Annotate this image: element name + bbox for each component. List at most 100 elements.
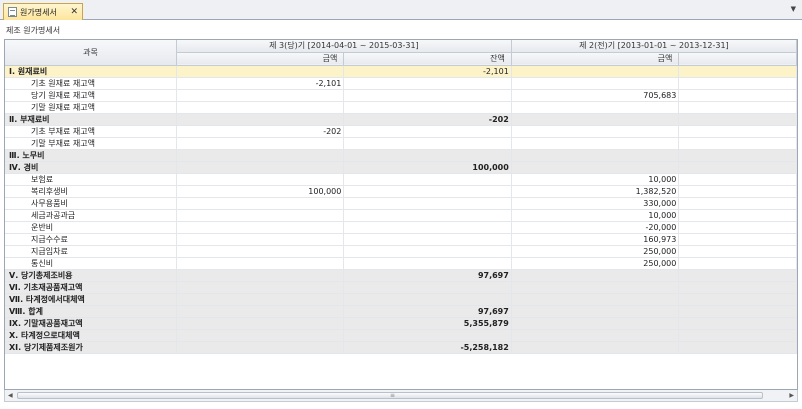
header-prior-amount[interactable]: 금액 [511, 52, 680, 66]
prior-amount-cell[interactable]: 1,382,520 [511, 185, 680, 198]
current-amount-cell[interactable]: -202 [176, 125, 345, 138]
current-balance-cell[interactable] [343, 137, 512, 150]
prior-amount-cell[interactable] [511, 113, 680, 126]
current-balance-cell[interactable] [343, 197, 512, 210]
current-balance-cell[interactable]: -2,101 [343, 65, 512, 78]
prior-balance-cell[interactable] [678, 149, 797, 162]
current-amount-cell[interactable] [176, 197, 345, 210]
table-row[interactable]: Ⅲ. 노무비 [5, 149, 797, 162]
current-amount-cell[interactable] [176, 245, 345, 258]
current-amount-cell[interactable] [176, 305, 345, 318]
prior-amount-cell[interactable] [511, 305, 680, 318]
row-item-name[interactable]: Ⅲ. 노무비 [5, 149, 177, 162]
current-amount-cell[interactable] [176, 269, 345, 282]
prior-balance-cell[interactable] [678, 281, 797, 294]
current-balance-cell[interactable]: 97,697 [343, 269, 512, 282]
prior-amount-cell[interactable] [511, 329, 680, 342]
table-row[interactable]: Ⅵ. 기초재공품재고액 [5, 281, 797, 294]
prior-balance-cell[interactable] [678, 113, 797, 126]
row-item-name[interactable]: Ⅶ. 타계정에서대체액 [5, 293, 177, 306]
prior-amount-cell[interactable]: 10,000 [511, 173, 680, 186]
prior-amount-cell[interactable] [511, 125, 680, 138]
table-row[interactable]: Ⅶ. 타계정에서대체액 [5, 293, 797, 306]
table-row[interactable]: Ⅷ. 합계 97,697 [5, 305, 797, 318]
row-item-name[interactable]: 기초 원재료 재고액 [5, 77, 177, 90]
current-balance-cell[interactable] [343, 257, 512, 270]
table-row[interactable]: Ⅴ. 당기총제조비용 97,697 [5, 269, 797, 282]
current-amount-cell[interactable] [176, 221, 345, 234]
current-amount-cell[interactable] [176, 317, 345, 330]
current-balance-cell[interactable]: -5,258,182 [343, 341, 512, 354]
table-row[interactable]: Ⅹ. 타계정으로대체액 [5, 329, 797, 342]
prior-amount-cell[interactable] [511, 101, 680, 114]
prior-amount-cell[interactable] [511, 137, 680, 150]
table-row[interactable]: 당기 원재료 재고액 705,683 [5, 89, 797, 102]
close-icon[interactable]: ✕ [70, 7, 78, 17]
row-item-name[interactable]: Ⅵ. 기초재공품재고액 [5, 281, 177, 294]
row-item-name[interactable]: 복리후생비 [5, 185, 177, 198]
table-row[interactable]: 운반비 -20,000 [5, 221, 797, 234]
row-item-name[interactable]: Ⅳ. 경비 [5, 161, 177, 174]
current-amount-cell[interactable] [176, 89, 345, 102]
prior-amount-cell[interactable] [511, 281, 680, 294]
prior-balance-cell[interactable] [678, 77, 797, 90]
current-amount-cell[interactable] [176, 161, 345, 174]
row-item-name[interactable]: Ⅸ. 기말재공품재고액 [5, 317, 177, 330]
table-row[interactable]: Ⅰ. 원재료비 -2,101 [5, 65, 797, 78]
prior-balance-cell[interactable] [678, 197, 797, 210]
prior-amount-cell[interactable]: 250,000 [511, 245, 680, 258]
prior-balance-cell[interactable] [678, 173, 797, 186]
prior-amount-cell[interactable]: -20,000 [511, 221, 680, 234]
prior-amount-cell[interactable]: 250,000 [511, 257, 680, 270]
prior-balance-cell[interactable] [678, 125, 797, 138]
current-amount-cell[interactable] [176, 137, 345, 150]
table-row[interactable]: 복리후생비 100,000 1,382,520 [5, 185, 797, 198]
prior-amount-cell[interactable] [511, 149, 680, 162]
prior-balance-cell[interactable] [678, 221, 797, 234]
current-amount-cell[interactable] [176, 293, 345, 306]
prior-balance-cell[interactable] [678, 137, 797, 150]
row-item-name[interactable]: 기말 원재료 재고액 [5, 101, 177, 114]
current-balance-cell[interactable] [343, 209, 512, 222]
scroll-left-icon[interactable]: ◀ [8, 392, 13, 399]
row-item-name[interactable]: 기초 부재료 재고액 [5, 125, 177, 138]
prior-balance-cell[interactable] [678, 341, 797, 354]
scroll-right-icon[interactable]: ▶ [789, 392, 794, 399]
row-item-name[interactable]: Ⅹ. 타계정으로대체액 [5, 329, 177, 342]
row-item-name[interactable]: Ⅴ. 당기총제조비용 [5, 269, 177, 282]
row-item-name[interactable]: 지급수수료 [5, 233, 177, 246]
current-balance-cell[interactable]: -202 [343, 113, 512, 126]
current-balance-cell[interactable] [343, 233, 512, 246]
prior-balance-cell[interactable] [678, 269, 797, 282]
prior-balance-cell[interactable] [678, 305, 797, 318]
header-current-amount[interactable]: 금액 [176, 52, 345, 66]
table-row[interactable]: 보험료 10,000 [5, 173, 797, 186]
prior-amount-cell[interactable] [511, 293, 680, 306]
prior-amount-cell[interactable] [511, 341, 680, 354]
prior-amount-cell[interactable]: 705,683 [511, 89, 680, 102]
prior-balance-cell[interactable] [678, 257, 797, 270]
table-row[interactable]: 기초 원재료 재고액 -2,101 [5, 77, 797, 90]
current-amount-cell[interactable] [176, 101, 345, 114]
prior-balance-cell[interactable] [678, 233, 797, 246]
current-balance-cell[interactable] [343, 101, 512, 114]
current-amount-cell[interactable] [176, 149, 345, 162]
prior-amount-cell[interactable]: 330,000 [511, 197, 680, 210]
current-amount-cell[interactable] [176, 113, 345, 126]
row-item-name[interactable]: 당기 원재료 재고액 [5, 89, 177, 102]
current-balance-cell[interactable] [343, 281, 512, 294]
chevron-down-icon[interactable]: ▼ [791, 5, 796, 13]
prior-balance-cell[interactable] [678, 185, 797, 198]
header-prior-period[interactable]: 제 2(전)기 [2013-01-01 ~ 2013-12-31] [511, 40, 797, 53]
row-item-name[interactable]: 보험료 [5, 173, 177, 186]
scrollbar-thumb[interactable]: ≡ [17, 392, 763, 399]
table-row[interactable]: 사무용품비 330,000 [5, 197, 797, 210]
current-balance-cell[interactable] [343, 329, 512, 342]
current-amount-cell[interactable] [176, 341, 345, 354]
current-amount-cell[interactable] [176, 233, 345, 246]
current-amount-cell[interactable] [176, 173, 345, 186]
current-balance-cell[interactable] [343, 221, 512, 234]
prior-balance-cell[interactable] [678, 89, 797, 102]
table-row[interactable]: 지급임차료 250,000 [5, 245, 797, 258]
row-item-name[interactable]: 기말 부재료 재고액 [5, 137, 177, 150]
